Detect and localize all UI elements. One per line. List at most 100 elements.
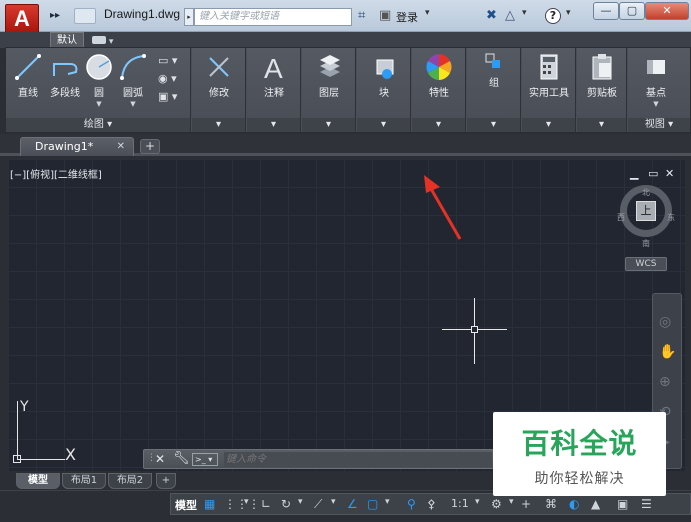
help-icon[interactable]: ?	[545, 8, 561, 24]
plus-icon[interactable]: +	[521, 497, 531, 511]
polar-icon[interactable]: ↻	[281, 497, 291, 511]
minimize-button[interactable]: —	[593, 2, 619, 20]
isodraft-icon[interactable]: ⟋	[314, 497, 322, 512]
modify-tool[interactable]: 修改	[192, 52, 246, 99]
close-icon[interactable]: ✕	[117, 138, 125, 155]
add-layout-icon[interactable]: +	[156, 473, 176, 489]
wcs-menu[interactable]: WCS	[625, 257, 667, 271]
chevron-down-icon[interactable]: ▾	[244, 497, 249, 507]
annotation-panel[interactable]: A 注释 ▾	[247, 48, 301, 132]
viewport-close-icon[interactable]: ✕	[665, 167, 674, 180]
polyline-tool[interactable]: 多段线	[46, 52, 84, 99]
snap-icon[interactable]: ⋮⋮⋮	[224, 497, 260, 511]
new-tab-button[interactable]: +	[140, 139, 160, 154]
binoculars-icon[interactable]: ⌗	[358, 8, 365, 23]
tab-layout1[interactable]: 布局1	[62, 473, 106, 489]
utilities-panel[interactable]: 实用工具 ▾	[522, 48, 576, 132]
isolate-objects-icon[interactable]: ◐	[569, 497, 579, 511]
zoom-icon[interactable]: ⊕	[659, 374, 671, 390]
recent-commands-icon[interactable]: >_ ▾	[192, 453, 218, 466]
clipboard-tool[interactable]: 剪贴板	[577, 52, 627, 99]
exchange-icon[interactable]: ✖	[486, 8, 497, 23]
annotation-visibility-icon[interactable]: ⚲	[407, 497, 416, 511]
arc-tool[interactable]: 圆弧 ▼	[116, 52, 150, 108]
tab-model[interactable]: 模型	[16, 473, 60, 489]
quick-access-toolbar[interactable]	[74, 8, 96, 24]
chevron-down-icon[interactable]: ▾	[357, 118, 410, 132]
command-input[interactable]	[224, 452, 492, 467]
search-expand-icon[interactable]: ▸	[184, 8, 194, 26]
close-icon[interactable]: ✕	[155, 452, 165, 466]
chevron-down-icon[interactable]: ▾	[509, 497, 514, 507]
properties-panel[interactable]: 特性 ▾	[412, 48, 466, 132]
draw-panel-title[interactable]: 绘图 ▾	[6, 118, 190, 132]
chevron-down-icon[interactable]: ▾	[247, 118, 300, 132]
chevron-down-icon[interactable]: ▾	[467, 118, 520, 132]
line-tool[interactable]: 直线	[10, 52, 46, 99]
units-icon[interactable]: ⌘	[545, 497, 557, 511]
workspace-gear-icon[interactable]: ⚙	[491, 497, 502, 511]
block-tool[interactable]: 块	[357, 52, 411, 99]
viewport-minimize-icon[interactable]: ▁	[630, 167, 638, 180]
object-snap-icon[interactable]: ▢	[367, 497, 378, 511]
chevron-down-icon[interactable]: ▾	[385, 497, 390, 507]
tab-default[interactable]: 默认	[50, 32, 84, 48]
close-button[interactable]: ✕	[645, 2, 689, 20]
login-button[interactable]: 登录	[396, 9, 418, 25]
file-tab-drawing1[interactable]: Drawing1* ✕	[20, 137, 134, 156]
customization-menu-icon[interactable]: ☰	[641, 497, 652, 511]
utilities-tool[interactable]: 实用工具	[522, 52, 576, 99]
chevron-down-icon: ▾	[108, 37, 114, 47]
viewport-restore-icon[interactable]: ▭	[648, 167, 658, 180]
base-point-tool[interactable]: 基点 ▼	[628, 52, 684, 108]
circle-tool[interactable]: 圆 ▼	[84, 52, 114, 108]
chevron-down-icon[interactable]: ▾	[302, 118, 355, 132]
quick-access-expand-icon[interactable]: ▸▸	[48, 8, 62, 24]
polyline-icon	[53, 63, 78, 76]
chevron-down-icon[interactable]: ▾	[425, 8, 430, 18]
chevron-down-icon[interactable]: ▾	[331, 497, 336, 507]
group-panel[interactable]: 组 ▾	[467, 48, 521, 132]
file-tab-label: Drawing1*	[35, 140, 94, 153]
autodesk-a360-icon[interactable]: △	[505, 8, 515, 23]
modify-panel[interactable]: 修改 ▾	[192, 48, 246, 132]
clipboard-panel[interactable]: 剪贴板 ▾	[577, 48, 627, 132]
ribbon-options-button[interactable]: ▾	[92, 34, 128, 47]
annotation-scale-value[interactable]: 1:1	[451, 497, 469, 510]
annotation-scale-icon[interactable]: ⚴	[427, 497, 436, 511]
layers-panel[interactable]: 图层 ▾	[302, 48, 356, 132]
chevron-down-icon[interactable]: ▾	[577, 118, 626, 132]
maximize-button[interactable]: ▢	[619, 2, 645, 20]
group-tool[interactable]: 组	[467, 52, 521, 89]
viewcube-top-face[interactable]: 上	[636, 201, 656, 221]
wrench-icon[interactable]: 🔧︎	[173, 451, 190, 466]
steering-wheel-icon[interactable]: ◎	[659, 314, 671, 330]
clean-screen-icon[interactable]: ▣	[617, 497, 628, 511]
view-panel-title[interactable]: 视图 ▾	[628, 118, 690, 132]
user-icon[interactable]: ▣	[379, 8, 391, 23]
grid-icon[interactable]: ▦	[204, 497, 215, 511]
chevron-down-icon[interactable]: ▾	[192, 118, 245, 132]
application-menu-button[interactable]: A ▼	[5, 4, 40, 40]
pan-icon[interactable]: ✋	[659, 344, 676, 360]
hatch-icon[interactable]: ◉ ▾	[158, 72, 186, 90]
hardware-acceleration-icon[interactable]: ▲	[591, 497, 600, 511]
chevron-down-icon[interactable]: ▾	[522, 118, 575, 132]
block-panel[interactable]: 块 ▾	[357, 48, 411, 132]
model-space-button[interactable]: 模型	[175, 497, 197, 513]
properties-tool[interactable]: 特性	[412, 52, 466, 99]
chevron-down-icon[interactable]: ▾	[475, 497, 480, 507]
rectangle-icon[interactable]: ▭ ▾	[158, 54, 186, 72]
annotation-tool[interactable]: A 注释	[247, 52, 301, 99]
chevron-down-icon[interactable]: ▾	[566, 8, 571, 18]
layers-tool[interactable]: 图层	[302, 52, 356, 99]
chevron-down-icon[interactable]: ▾	[412, 118, 465, 132]
ortho-icon[interactable]: ∟	[261, 497, 271, 511]
region-icon[interactable]: ▣ ▾	[158, 90, 186, 108]
chevron-down-icon[interactable]: ▾	[298, 497, 303, 507]
chevron-down-icon[interactable]: ▾	[522, 8, 527, 18]
object-snap-tracking-icon[interactable]: ∠	[347, 497, 358, 511]
search-input[interactable]: 键入关键字或短语	[194, 8, 352, 26]
tab-layout2[interactable]: 布局2	[108, 473, 152, 489]
viewport-controls-label[interactable]: [−][俯视][二维线框]	[10, 166, 102, 181]
